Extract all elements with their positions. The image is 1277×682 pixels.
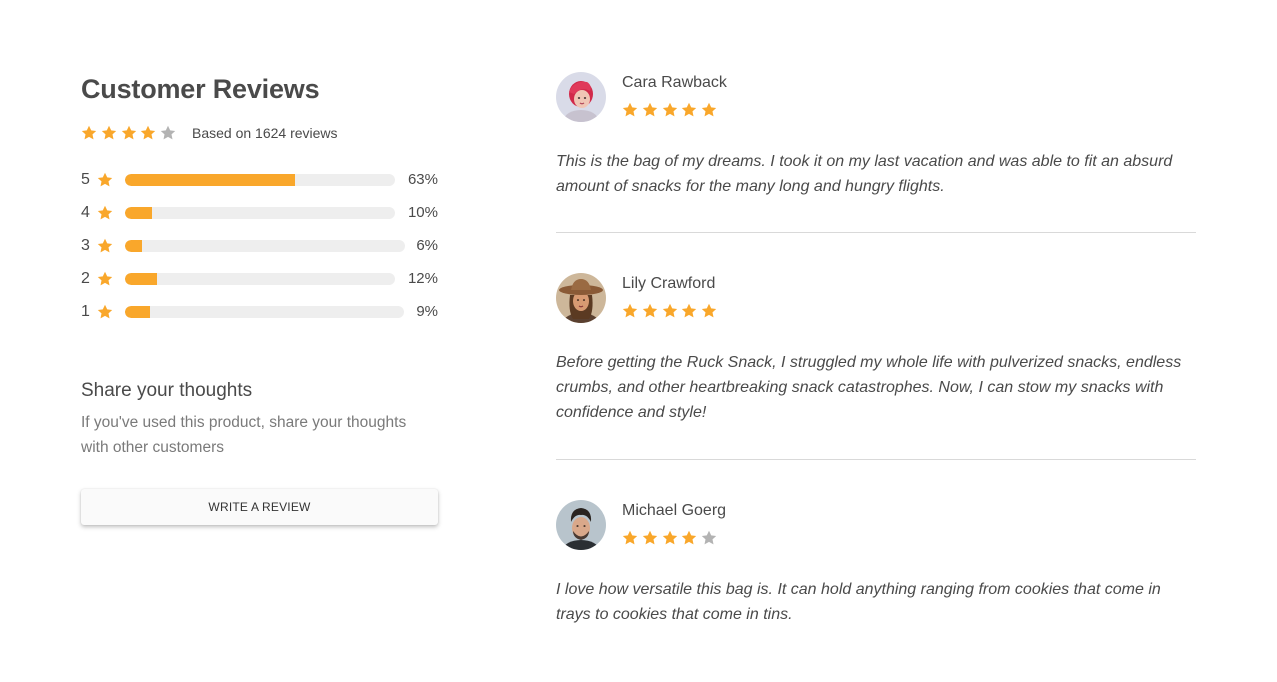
reviews-summary-panel: Customer Reviews Based on 1624 reviews 5…: [81, 72, 438, 525]
star-icon: [97, 304, 125, 320]
star-icon: [81, 125, 101, 141]
average-rating-stars: [81, 125, 180, 141]
rating-row-5: 5 63%: [81, 163, 438, 196]
star-icon: [642, 530, 662, 546]
reviewer-info: Lily Crawford: [622, 273, 721, 319]
reviewer-name: Michael Goerg: [622, 502, 727, 519]
review-rating-stars: [622, 530, 726, 546]
star-icon: [642, 303, 662, 319]
rating-bar: [125, 173, 395, 186]
avatar: [556, 500, 606, 550]
rating-bar: [125, 239, 405, 252]
rating-row-1: 1 9%: [81, 295, 438, 328]
rating-bar-fill: [125, 305, 151, 318]
rating-bar-fill: [125, 272, 158, 285]
rating-percent: 12%: [407, 270, 438, 287]
star-icon: [701, 102, 721, 118]
write-review-button[interactable]: WRITE A REVIEW: [81, 489, 438, 525]
star-icon: [97, 205, 125, 221]
avatar: [556, 273, 606, 323]
rating-percent: 10%: [407, 204, 438, 221]
review-text: Before getting the Ruck Snack, I struggl…: [556, 354, 1182, 421]
star-icon: [681, 303, 701, 319]
rating-distribution: 5 63% 4 10% 3 6% 2 12% 1 9%: [81, 163, 438, 328]
avatar-man-dark-hair-icon: [556, 500, 606, 550]
reviews-page: Customer Reviews Based on 1624 reviews 5…: [0, 0, 1277, 682]
avatar-woman-red-hair-icon: [556, 72, 606, 122]
rating-percent: 9%: [416, 303, 438, 320]
review-text: This is the bag of my dreams. I took it …: [556, 153, 1173, 195]
reviewer-info: Cara Rawback: [622, 72, 727, 118]
share-description: If you've used this product, share your …: [81, 414, 407, 456]
rating-bar-fill: [125, 173, 296, 186]
star-icon: [622, 102, 642, 118]
rating-row-2: 2 12%: [81, 262, 438, 295]
review-item: Cara Rawback This is the bag of my dream…: [556, 72, 1196, 199]
rating-level: 4: [81, 203, 90, 221]
rating-row-3: 3 6%: [81, 229, 438, 262]
star-icon: [140, 125, 160, 141]
review-header: Lily Crawford: [556, 273, 1196, 323]
share-title: Share your thoughts: [81, 380, 253, 401]
rating-row-4: 4 10%: [81, 196, 438, 229]
review-divider: [556, 459, 1196, 460]
review-header: Michael Goerg: [556, 500, 1196, 550]
star-icon: [701, 303, 721, 319]
star-icon: [97, 172, 125, 188]
star-icon: [701, 530, 721, 546]
star-icon: [662, 530, 682, 546]
rating-bar-fill: [125, 206, 152, 219]
star-icon: [160, 125, 180, 141]
star-icon: [642, 102, 662, 118]
star-icon: [681, 530, 701, 546]
review-divider: [556, 232, 1196, 233]
rating-level: 2: [81, 269, 90, 287]
review-header: Cara Rawback: [556, 72, 1196, 122]
rating-percent: 63%: [407, 171, 438, 188]
star-icon: [97, 271, 125, 287]
reviewer-name: Cara Rawback: [622, 74, 727, 91]
rating-percent: 6%: [416, 237, 438, 254]
rating-summary: Based on 1624 reviews: [81, 123, 438, 143]
review-item: Michael Goerg I love how versatile this …: [556, 500, 1196, 627]
star-icon: [681, 102, 701, 118]
rating-level: 5: [81, 170, 90, 188]
star-icon: [622, 530, 642, 546]
rating-bar: [125, 272, 395, 285]
avatar: [556, 72, 606, 122]
reviews-list: Cara Rawback This is the bag of my dream…: [556, 72, 1196, 627]
review-text: I love how versatile this bag is. It can…: [556, 581, 1161, 623]
star-icon: [101, 125, 121, 141]
rating-level: 1: [81, 302, 90, 320]
reviewer-info: Michael Goerg: [622, 500, 726, 546]
rating-level: 3: [81, 236, 90, 254]
page-title: Customer Reviews: [81, 74, 320, 104]
rating-bar-fill: [125, 239, 142, 252]
avatar-woman-hat-icon: [556, 273, 606, 323]
rating-bar: [125, 305, 404, 318]
star-icon: [121, 125, 141, 141]
review-count: Based on 1624 reviews: [191, 125, 338, 141]
review-rating-stars: [622, 303, 721, 319]
star-icon: [662, 303, 682, 319]
rating-bar: [125, 206, 395, 219]
star-icon: [622, 303, 642, 319]
star-icon: [662, 102, 682, 118]
review-item: Lily Crawford Before getting the Ruck Sn…: [556, 273, 1196, 425]
star-icon: [97, 238, 125, 254]
reviewer-name: Lily Crawford: [622, 275, 716, 292]
review-rating-stars: [622, 102, 727, 118]
